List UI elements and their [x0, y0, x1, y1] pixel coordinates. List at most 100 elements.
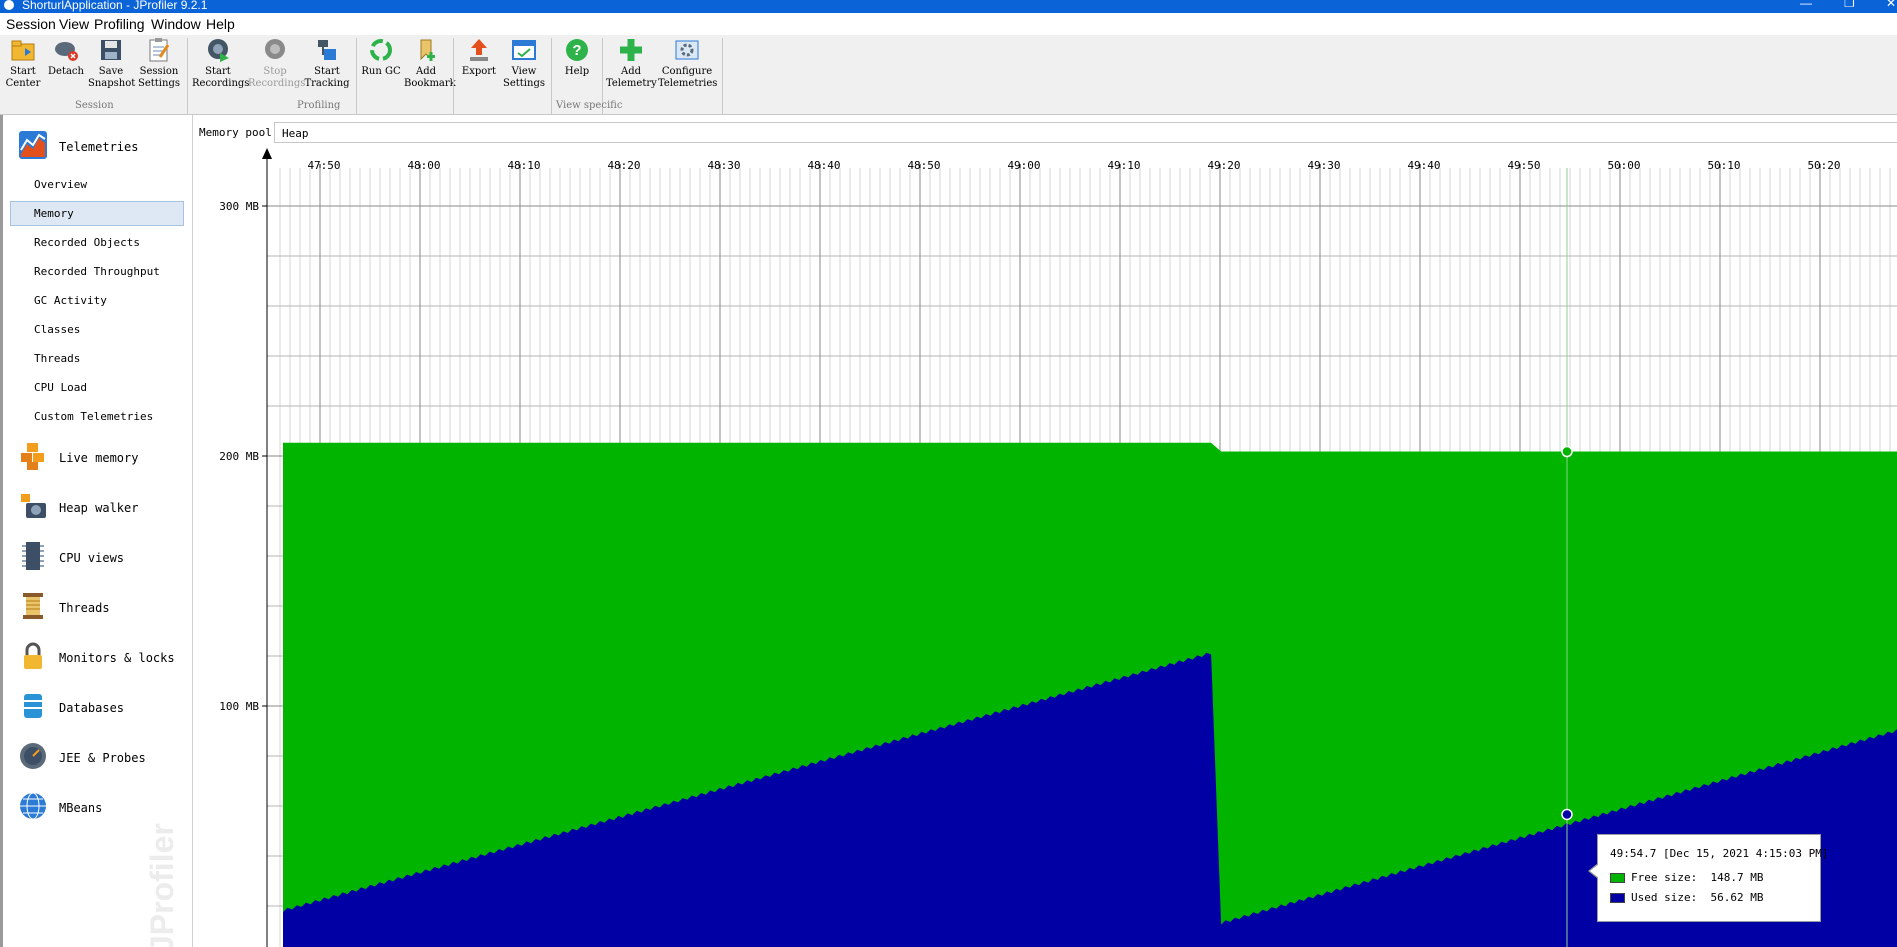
- nav-overview[interactable]: Overview: [34, 178, 87, 191]
- close-icon[interactable]: ✕: [1886, 0, 1896, 9]
- add-icon: [620, 39, 642, 61]
- sidebar-section-monitors-locks[interactable]: Monitors & locks: [18, 641, 188, 673]
- used-size-swatch: [1610, 893, 1625, 903]
- nav-custom-telemetries[interactable]: Custom Telemetries: [34, 410, 153, 423]
- x-tick-label: 49:20: [1207, 159, 1240, 172]
- view-settings-icon: [512, 40, 536, 60]
- sidebar-edge: [0, 115, 3, 947]
- y-tick-label: 200 MB: [219, 450, 259, 463]
- memory-pool-select[interactable]: Heap: [274, 122, 1897, 143]
- tooltip-pointer-inner: [1590, 864, 1599, 878]
- toolbar-separator: [722, 38, 723, 114]
- globe-icon: [20, 792, 46, 820]
- nav-gc-activity[interactable]: GC Activity: [34, 294, 107, 307]
- tooltip-used-label: Used size:: [1631, 891, 1698, 904]
- nav-recorded-throughput[interactable]: Recorded Throughput: [34, 265, 160, 278]
- add-bookmark-button[interactable]: Add Bookmark: [404, 37, 456, 90]
- tooltip-free-value: 148.7 MB: [1710, 871, 1764, 884]
- session-settings-button[interactable]: Session Settings: [136, 37, 182, 90]
- toolbar-separator: [551, 38, 552, 114]
- toolbar-separator: [453, 38, 454, 114]
- sidebar-section-telemetries[interactable]: Telemetries: [18, 130, 188, 162]
- tooltip-used-row: Used size: 56.62 MB: [1610, 891, 1763, 904]
- add-telemetry-button[interactable]: Add Telemetry: [606, 37, 657, 90]
- toolbar: Start Center Detach Save Snapshot Session S…: [0, 35, 1897, 115]
- jprofiler-watermark: JProfiler: [144, 823, 180, 947]
- nav-threads[interactable]: Threads: [34, 352, 80, 365]
- tooltip-free-row: Free size: 148.7 MB: [1610, 871, 1763, 884]
- nav-classes[interactable]: Classes: [34, 323, 80, 336]
- free-size-swatch: [1610, 873, 1625, 883]
- tooltip-free-label: Free size:: [1631, 871, 1698, 884]
- menu-help[interactable]: Help: [206, 16, 235, 32]
- window-title: ShorturlApplication - JProfiler 9.2.1: [22, 0, 208, 12]
- memory-chart[interactable]: 47:50 48:00 48:10 48:20 48:30 48:40 48:50 49:00…: [193, 143, 1897, 947]
- y-tick-label: 100 MB: [219, 700, 259, 713]
- telemetries-icon: [19, 131, 47, 159]
- memory-pool-value: Heap: [282, 127, 309, 140]
- x-tick-label: 48:00: [407, 159, 440, 172]
- sidebar-section-mbeans[interactable]: MBeans: [18, 791, 188, 823]
- run-gc-button[interactable]: Run GC: [360, 37, 402, 78]
- group-label-profiling: Profiling: [297, 100, 341, 111]
- menu-window[interactable]: Window: [151, 16, 201, 32]
- memory-pool-bar: Memory pool: Heap: [193, 121, 1897, 143]
- x-tick-label: 47:50: [307, 159, 340, 172]
- cursor-marker-free[interactable]: [1561, 445, 1573, 458]
- sidebar-section-threads[interactable]: Threads: [18, 591, 188, 623]
- view-settings-button[interactable]: View Settings: [502, 37, 546, 90]
- start-center-button[interactable]: Start Center: [2, 37, 44, 90]
- help-button[interactable]: ? Help: [556, 37, 598, 78]
- x-tick-label: 48:30: [707, 159, 740, 172]
- export-icon: [470, 39, 488, 61]
- restore-icon[interactable]: ❐: [1844, 0, 1855, 9]
- nav-memory[interactable]: Memory: [34, 207, 74, 220]
- x-tick-label: 49:30: [1307, 159, 1340, 172]
- cursor-marker-used[interactable]: [1561, 808, 1573, 821]
- tooltip-time: 49:54.7 [Dec 15, 2021 4:15:03 PM]: [1610, 847, 1829, 860]
- x-tick-label: 49:50: [1507, 159, 1540, 172]
- detach-button[interactable]: Detach: [46, 37, 86, 78]
- tooltip-used-value: 56.62 MB: [1710, 891, 1764, 904]
- export-button[interactable]: Export: [458, 37, 500, 78]
- start-tracking-button[interactable]: Start Tracking: [304, 37, 350, 90]
- y-tick-label: 300 MB: [219, 200, 259, 213]
- x-tick-label: 48:50: [907, 159, 940, 172]
- menu-view[interactable]: View: [59, 16, 89, 32]
- toolbar-separator: [187, 38, 188, 114]
- save-snapshot-button[interactable]: Save Snapshot: [88, 37, 135, 90]
- menu-profiling[interactable]: Profiling: [94, 16, 145, 32]
- x-tick-label: 48:20: [607, 159, 640, 172]
- recycle-icon: [370, 39, 392, 61]
- sidebar-section-jee-probes[interactable]: JEE & Probes: [18, 741, 188, 773]
- sidebar-section-heap-walker[interactable]: Heap walker: [18, 491, 188, 523]
- menu-bar: Session View Profiling Window Help: [0, 13, 1897, 36]
- x-tick-label: 50:10: [1707, 159, 1740, 172]
- folder-start-icon: [11, 40, 35, 61]
- sidebar-section-live-memory[interactable]: Live memory: [18, 441, 188, 473]
- lock-icon: [24, 642, 42, 669]
- start-recordings-button[interactable]: Start Recordings: [192, 37, 249, 90]
- minimize-icon[interactable]: —: [1800, 0, 1812, 9]
- sidebar-section-cpu-views[interactable]: CPU views: [18, 541, 188, 573]
- x-tick-label: 49:10: [1107, 159, 1140, 172]
- configure-telemetries-button[interactable]: Configure Telemetries: [658, 37, 717, 90]
- sidebar-section-databases[interactable]: Databases: [18, 691, 188, 723]
- x-tick-label: 49:40: [1407, 159, 1440, 172]
- app-icon: [4, 0, 14, 10]
- title-bar: ShorturlApplication - JProfiler 9.2.1 — …: [0, 0, 1897, 13]
- chart-tooltip: 49:54.7 [Dec 15, 2021 4:15:03 PM] Free s…: [1588, 834, 1829, 922]
- nav-cpu-load[interactable]: CPU Load: [34, 381, 87, 394]
- menu-session[interactable]: Session: [6, 16, 56, 32]
- x-tick-label: 50:00: [1607, 159, 1640, 172]
- stop-recordings-icon: [265, 39, 285, 59]
- sidebar: Telemetries Overview Memory Recorded Obj…: [0, 115, 193, 947]
- nav-recorded-objects[interactable]: Recorded Objects: [34, 236, 140, 249]
- tracking-icon: [318, 40, 336, 60]
- detach-icon: [55, 42, 78, 61]
- configure-icon: [675, 40, 699, 60]
- group-label-view-specific: View specific: [556, 100, 623, 111]
- help-icon: ?: [566, 39, 588, 61]
- cpu-views-icon: [22, 542, 44, 570]
- stop-recordings-button[interactable]: Stop Recordings: [248, 37, 305, 90]
